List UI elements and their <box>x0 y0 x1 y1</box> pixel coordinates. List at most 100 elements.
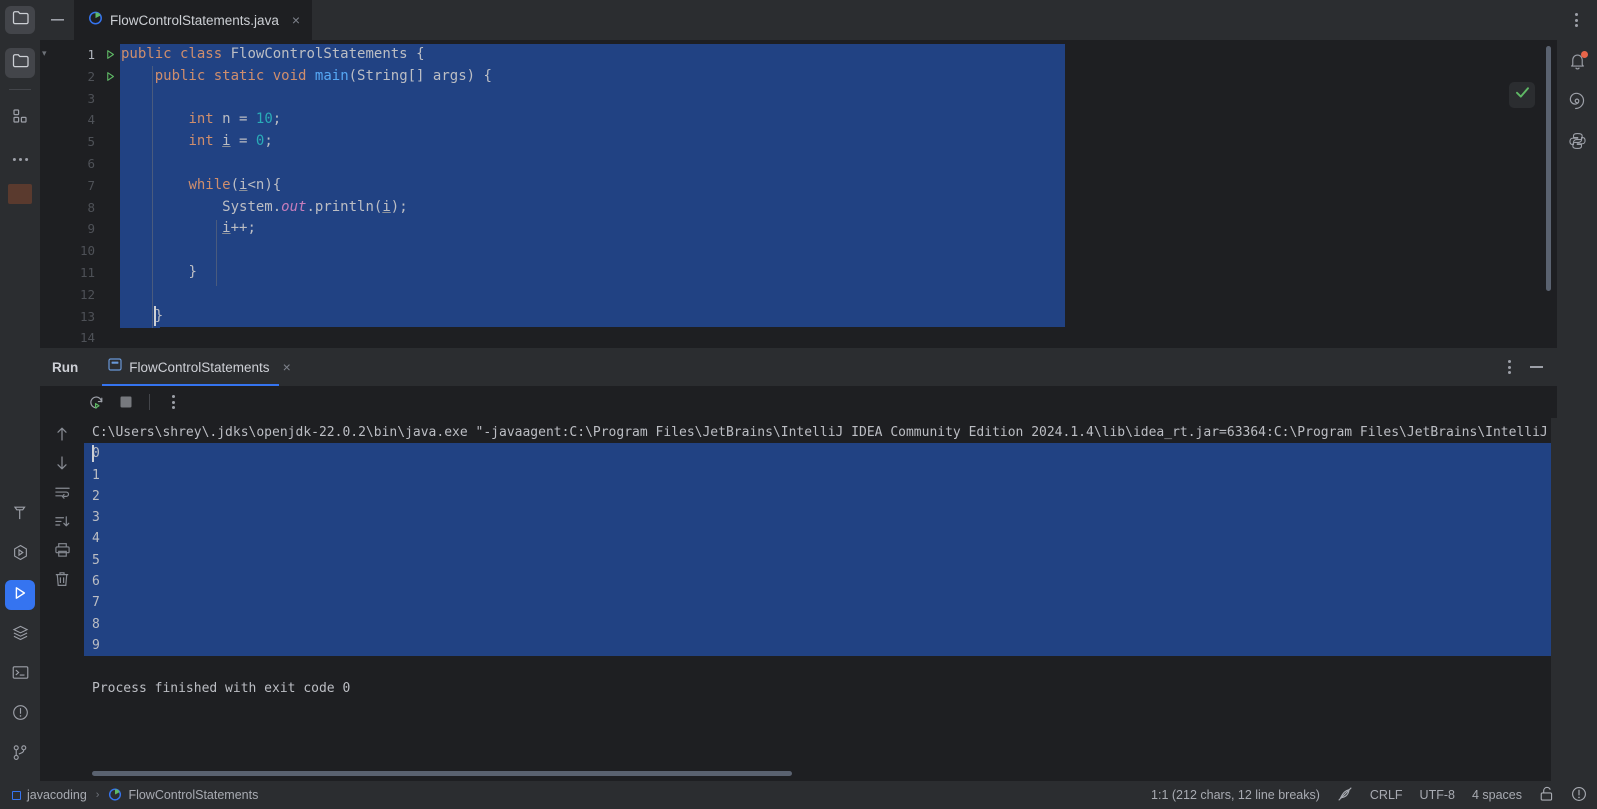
status-bar-right: 1:1 (212 chars, 12 line breaks) CRLF UTF… <box>1151 786 1587 805</box>
kebab-menu-icon[interactable] <box>161 390 185 414</box>
code-line: public static void main(String[] args) { <box>154 67 492 84</box>
caret-position-widget[interactable]: 1:1 (212 chars, 12 line breaks) <box>1151 788 1320 802</box>
window-minus-button[interactable] <box>40 0 74 40</box>
minimize-icon[interactable] <box>1530 366 1543 368</box>
line-number: 3 <box>87 90 95 106</box>
run-window-header: Run FlowControlStatements × <box>40 348 1557 386</box>
run-method-marker[interactable] <box>100 66 120 88</box>
arrow-down-icon[interactable] <box>50 451 74 475</box>
python-plugin-button[interactable] <box>1562 128 1592 158</box>
run-class-marker[interactable] <box>100 44 120 66</box>
sidebar-item-commit[interactable] <box>5 103 35 133</box>
java-class-icon <box>88 10 103 30</box>
layers-icon <box>12 625 29 646</box>
text-caret <box>154 306 156 326</box>
main-body: ▾ 1 2 3 4 5 6 7 8 9 10 11 12 13 14 publi… <box>0 40 1597 781</box>
sidebar-item-more[interactable] <box>5 143 35 173</box>
status-bar: javacoding › FlowControlStatements 1:1 (… <box>0 781 1597 809</box>
console-output-line: 9 <box>84 634 1557 657</box>
sidebar-item-build[interactable] <box>5 500 35 530</box>
sidebar-item-terminal[interactable] <box>5 660 35 690</box>
ai-assistant-button[interactable] <box>1562 88 1592 118</box>
python-icon <box>1568 132 1586 155</box>
close-icon[interactable]: × <box>292 13 300 27</box>
console-horizontal-scrollbar[interactable] <box>92 771 792 776</box>
stop-square-icon[interactable] <box>114 390 138 414</box>
project-widget-button[interactable] <box>5 6 35 34</box>
sidebar-item-run[interactable] <box>5 580 35 610</box>
console-vertical-scrollbar[interactable] <box>1551 418 1557 781</box>
rail-color-stub <box>8 184 32 204</box>
line-number: 7 <box>87 177 95 193</box>
editor-tab-strip: FlowControlStatements.java × <box>74 0 1565 40</box>
line-number: 2 <box>87 68 95 84</box>
folder-icon <box>12 53 29 73</box>
console-command-line: C:\Users\shrey\.jdks\openjdk-22.0.2\bin\… <box>92 425 1548 440</box>
editor-scrollbar[interactable] <box>1546 46 1551 291</box>
kebab-menu-icon[interactable] <box>1565 7 1587 33</box>
run-play-icon <box>12 585 28 606</box>
code-line: public class FlowControlStatements { <box>121 46 425 62</box>
console-output-line: 4 <box>84 528 1557 550</box>
encoding-widget[interactable]: UTF-8 <box>1420 788 1455 802</box>
line-number: 9 <box>87 221 95 237</box>
scroll-end-icon[interactable] <box>50 509 74 533</box>
notifications-button[interactable] <box>1562 48 1592 78</box>
console-area: C:\Users\shrey\.jdks\openjdk-22.0.2\bin\… <box>40 418 1557 781</box>
rail-divider <box>9 89 31 90</box>
line-number: 12 <box>79 286 95 302</box>
line-number: 4 <box>87 112 95 128</box>
console-tab-icon <box>108 358 122 376</box>
hammer-icon <box>12 504 28 526</box>
breadcrumb-file[interactable]: FlowControlStatements <box>128 788 258 802</box>
kebab-menu-icon[interactable] <box>1498 354 1520 380</box>
console-output-line: 3 <box>84 507 1557 529</box>
line-number: 6 <box>87 155 95 171</box>
active-tab-underline <box>102 383 279 386</box>
indent-widget[interactable]: 4 spaces <box>1472 788 1522 802</box>
code-line: } <box>154 307 164 324</box>
terminal-icon <box>12 665 29 685</box>
right-tool-rail <box>1557 40 1597 781</box>
sidebar-item-problems[interactable] <box>5 700 35 730</box>
git-branch-icon <box>12 744 28 766</box>
editor-tab-flowcontrolstatements[interactable]: FlowControlStatements.java × <box>74 0 313 40</box>
sidebar-item-project[interactable] <box>5 48 35 78</box>
console-output-line: 7 <box>84 592 1557 614</box>
breadcrumb-project[interactable]: javacoding <box>27 788 87 802</box>
code-editor[interactable]: ▾ 1 2 3 4 5 6 7 8 9 10 11 12 13 14 publi… <box>40 40 1557 348</box>
code-text-area[interactable]: public class FlowControlStatements { pub… <box>120 40 1557 348</box>
more-dots-icon <box>12 149 29 167</box>
checkmark-icon <box>1515 86 1530 104</box>
sidebar-item-version-control[interactable] <box>5 740 35 770</box>
line-number: 1 <box>87 47 95 62</box>
module-icon <box>12 790 21 800</box>
console-output-line: 2 <box>84 485 1557 508</box>
unlocked-icon[interactable] <box>1539 786 1554 805</box>
line-number-gutter: 1 2 3 4 5 6 7 8 9 10 11 12 13 14 <box>54 40 100 348</box>
trash-icon[interactable] <box>50 567 74 591</box>
top-bar-actions <box>1565 0 1597 40</box>
line-number: 14 <box>79 330 95 346</box>
issues-widget[interactable] <box>1571 786 1587 805</box>
rerun-icon[interactable] <box>84 390 108 414</box>
inspections-off-icon[interactable] <box>1337 786 1353 805</box>
chevron-down-icon[interactable]: ▾ <box>42 48 47 59</box>
indent-guide <box>152 66 153 328</box>
close-icon[interactable]: × <box>283 360 291 374</box>
run-tab-flowcontrolstatements[interactable]: FlowControlStatements × <box>102 348 297 386</box>
arrow-up-icon[interactable] <box>50 422 74 446</box>
code-line: } <box>188 263 197 280</box>
console-output[interactable]: C:\Users\shrey\.jdks\openjdk-22.0.2\bin\… <box>84 418 1557 781</box>
code-line: i++; <box>222 220 256 237</box>
line-separator-widget[interactable]: CRLF <box>1370 788 1403 802</box>
sidebar-item-run-config[interactable] <box>5 540 35 570</box>
sidebar-item-services[interactable] <box>5 620 35 650</box>
printer-icon[interactable] <box>50 538 74 562</box>
inspection-status-widget[interactable] <box>1509 82 1535 108</box>
soft-wrap-icon[interactable] <box>50 480 74 504</box>
run-tool-window: Run FlowControlStatements × C:\Users\shr… <box>40 348 1557 781</box>
